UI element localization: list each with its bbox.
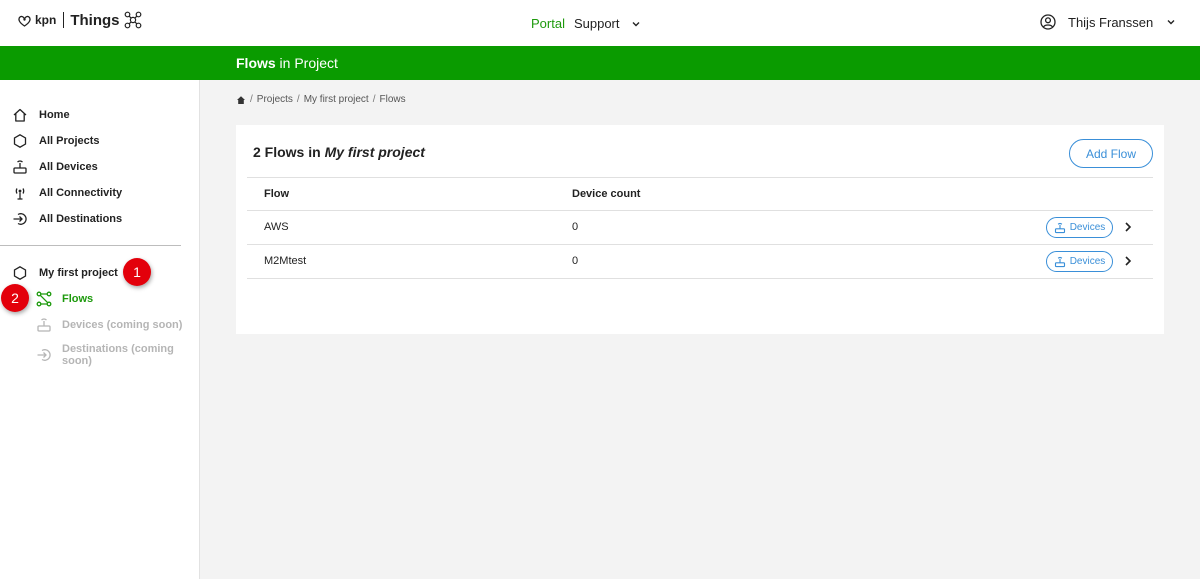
chevron-right-icon[interactable]: [1123, 255, 1133, 267]
sidebar-item-flows[interactable]: Flows: [36, 291, 93, 307]
user-menu[interactable]: Thijs Franssen: [1040, 14, 1176, 30]
step-marker-2: 2: [1, 284, 29, 312]
column-header-flow: Flow: [264, 188, 290, 200]
destination-icon: [36, 347, 52, 363]
kpn-wordmark: kpn: [35, 13, 57, 27]
sidebar: Home All Projects All Devices All Connec…: [0, 80, 200, 579]
device-icon: [36, 317, 52, 333]
things-network-icon: [124, 11, 142, 29]
flows-icon: [36, 291, 52, 307]
sidebar-item-label: All Destinations: [39, 213, 123, 225]
sidebar-item-label: All Devices: [39, 161, 98, 173]
sidebar-item-label: All Connectivity: [39, 187, 123, 199]
hexagon-icon: [12, 265, 28, 281]
brand-divider: [63, 12, 65, 28]
device-count: 0: [572, 221, 579, 233]
sidebar-item-all-destinations[interactable]: All Destinations: [12, 211, 122, 227]
chevron-down-icon[interactable]: [1166, 17, 1176, 27]
breadcrumb-project[interactable]: My first project: [304, 94, 369, 105]
card-title-prefix: 2 Flows in: [253, 144, 325, 160]
devices-button-label: Devices: [1069, 256, 1106, 267]
kpn-logo: kpn: [16, 13, 56, 28]
breadcrumb: / Projects / My first project / Flows: [236, 94, 406, 105]
kpn-flower-icon: [18, 15, 31, 27]
sidebar-item-devices-coming-soon: Devices (coming soon): [36, 317, 182, 333]
devices-button[interactable]: Devices: [1046, 217, 1113, 238]
flow-name: M2Mtest: [264, 255, 307, 267]
sidebar-item-label: All Projects: [39, 135, 100, 147]
breadcrumb-flows: Flows: [379, 94, 406, 105]
breadcrumb-separator: /: [250, 94, 253, 105]
device-count: 0: [572, 255, 579, 267]
user-name: Thijs Franssen: [1068, 14, 1154, 30]
sidebar-project-label: My first project: [39, 267, 118, 279]
hexagon-icon: [12, 133, 28, 149]
sidebar-item-home[interactable]: Home: [12, 107, 70, 123]
nav-support-link[interactable]: Support: [574, 16, 620, 31]
devices-button[interactable]: Devices: [1046, 251, 1113, 272]
card-title-project: My first project: [324, 144, 425, 160]
sidebar-item-all-connectivity[interactable]: All Connectivity: [12, 185, 122, 201]
chevron-down-icon[interactable]: [631, 19, 641, 29]
add-flow-button[interactable]: Add Flow: [1069, 139, 1153, 168]
flows-table: Flow Device count AWS 0 Devices M2Mtest …: [247, 177, 1153, 279]
table-row[interactable]: AWS 0 Devices: [247, 211, 1153, 245]
user-avatar-icon: [1040, 14, 1056, 30]
top-header: kpn Things Portal Support Thijs Franssen: [0, 0, 1200, 46]
brand-logo[interactable]: kpn Things: [16, 11, 142, 29]
device-icon: [12, 159, 28, 175]
destination-icon: [12, 211, 28, 227]
table-header: Flow Device count: [247, 177, 1153, 211]
sidebar-sub-label: Flows: [62, 293, 94, 305]
home-icon: [12, 107, 28, 123]
sidebar-divider: [0, 245, 181, 246]
page-title: Flows in Project: [236, 55, 338, 71]
sidebar-item-destinations-coming-soon: Destinations (coming soon): [36, 343, 199, 367]
sidebar-item-all-devices[interactable]: All Devices: [12, 159, 98, 175]
breadcrumb-separator: /: [372, 94, 376, 105]
sidebar-sub-label: Destinations (coming soon): [62, 343, 174, 367]
table-row[interactable]: M2Mtest 0 Devices: [247, 245, 1153, 279]
column-header-device-count: Device count: [572, 188, 641, 200]
sidebar-item-all-projects[interactable]: All Projects: [12, 133, 100, 149]
device-icon: [1054, 256, 1066, 268]
nav-portal-link[interactable]: Portal: [531, 16, 565, 31]
chevron-right-icon[interactable]: [1123, 221, 1133, 233]
devices-button-label: Devices: [1069, 222, 1106, 233]
page-banner: Flows in Project: [0, 46, 1200, 80]
breadcrumb-projects[interactable]: Projects: [257, 94, 293, 105]
things-wordmark: Things: [70, 11, 120, 29]
page-title-rest: in Project: [275, 55, 338, 71]
breadcrumb-separator: /: [296, 94, 300, 105]
antenna-icon: [12, 185, 28, 201]
top-nav: Portal Support: [531, 16, 641, 31]
page-title-bold: Flows: [236, 55, 276, 71]
card-title: 2 Flows in My first project: [253, 144, 425, 160]
flows-card: 2 Flows in My first project Add Flow Flo…: [236, 125, 1164, 334]
device-icon: [1054, 222, 1066, 234]
flow-name: AWS: [264, 221, 289, 233]
sidebar-item-label: Home: [39, 109, 70, 121]
step-marker-1: 1: [123, 258, 151, 286]
home-icon[interactable]: [236, 95, 246, 105]
sidebar-item-my-first-project[interactable]: My first project: [12, 265, 118, 281]
sidebar-sub-label: Devices (coming soon): [62, 319, 183, 331]
